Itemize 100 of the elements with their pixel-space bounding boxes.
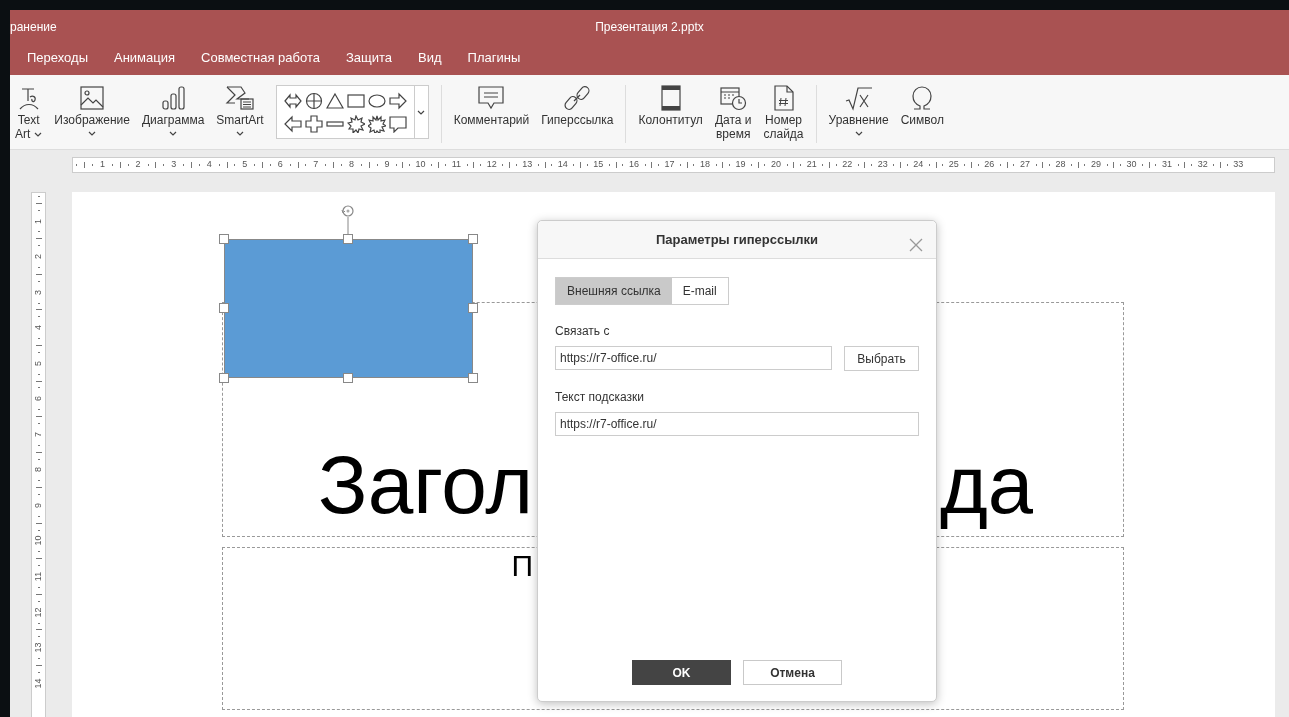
- resize-handle[interactable]: [219, 373, 229, 383]
- ruler-number: 13: [34, 642, 43, 653]
- toolbar-button[interactable]: Изображение: [54, 85, 130, 136]
- ruler-number: 27: [1019, 158, 1030, 172]
- ruler-number: 15: [593, 158, 604, 172]
- ruler-number: 13: [522, 158, 533, 172]
- toolbar-button[interactable]: Дата и время: [714, 85, 752, 141]
- toolbar-button[interactable]: SmartArt: [216, 85, 264, 136]
- rotation-handle[interactable]: [341, 204, 355, 234]
- slide-title: Загол: [318, 440, 533, 530]
- menu-tab[interactable]: Переходы: [14, 43, 101, 72]
- resize-handle[interactable]: [343, 234, 353, 244]
- ruler-number: 3: [171, 158, 177, 172]
- right-arrow-icon[interactable]: [388, 91, 407, 110]
- header-footer-icon: [659, 85, 682, 111]
- ruler-number: 31: [1162, 158, 1173, 172]
- slide-number-icon: [772, 85, 795, 111]
- ruler-number: 6: [34, 396, 43, 402]
- ruler-number: 24: [913, 158, 924, 172]
- link-icon: [564, 85, 591, 111]
- ruler-number: 10: [34, 536, 43, 546]
- dialog-title: Параметры гиперссылки: [655, 230, 819, 249]
- triangle-icon[interactable]: [325, 91, 344, 110]
- toolbar-button[interactable]: Колонтитул: [638, 85, 703, 127]
- ruler-number: 3: [34, 289, 43, 295]
- ruler-number: 8: [348, 158, 354, 172]
- ruler-number: 4: [34, 325, 43, 331]
- ruler-number: 11: [451, 158, 462, 172]
- ruler-number: 8: [34, 467, 43, 473]
- ruler-number: 19: [735, 158, 746, 172]
- ruler-number: 9: [34, 502, 43, 508]
- resize-handle[interactable]: [343, 373, 353, 383]
- ruler-number: 5: [242, 158, 248, 172]
- menu-tab[interactable]: Анимация: [101, 43, 188, 72]
- menu-tab[interactable]: Вид: [405, 43, 455, 72]
- ruler-number: 21: [806, 158, 817, 172]
- ruler-number: 2: [135, 158, 141, 172]
- ruler-number: 12: [486, 158, 497, 172]
- resize-handle[interactable]: [468, 234, 478, 244]
- ruler-number: 30: [1126, 158, 1137, 172]
- ruler-number: 16: [628, 158, 639, 172]
- input-field[interactable]: https://r7-office.ru/: [555, 412, 919, 436]
- toolbar-button[interactable]: Комментарий: [453, 85, 530, 127]
- close-icon: [909, 237, 923, 252]
- ruler-number: 9: [384, 158, 390, 172]
- plus-icon[interactable]: [304, 114, 323, 133]
- toolbar-button[interactable]: Гиперссылка: [541, 85, 614, 127]
- circle-cross-icon[interactable]: [304, 91, 323, 110]
- menu-tab[interactable]: Плагины: [454, 43, 534, 72]
- field-label: Связать с: [555, 323, 611, 340]
- resize-handle[interactable]: [219, 234, 229, 244]
- ellipse-icon[interactable]: [367, 91, 386, 110]
- calendar-clock-icon: [719, 85, 748, 111]
- ruler-number: 6: [277, 158, 283, 172]
- ruler-number: 14: [557, 158, 568, 172]
- square-root-icon: [843, 85, 874, 111]
- ruler-number: 23: [877, 158, 888, 172]
- input-field[interactable]: https://r7-office.ru/: [555, 346, 832, 370]
- speech-bubble-icon[interactable]: [388, 114, 407, 133]
- toolbar-button[interactable]: Символ: [900, 85, 944, 127]
- starburst-icon[interactable]: [367, 114, 386, 133]
- smartart-icon: [225, 85, 255, 111]
- image-icon: [79, 85, 106, 111]
- double-arrow-icon[interactable]: [283, 91, 302, 110]
- slide-title: да: [940, 440, 1034, 530]
- toolbar-button[interactable]: Диаграмма: [141, 85, 205, 136]
- ruler-number: 17: [664, 158, 675, 172]
- comment-icon: [477, 85, 506, 111]
- ruler-number: 14: [34, 678, 43, 689]
- starburst-icon[interactable]: [346, 114, 365, 133]
- ruler-number: 20: [771, 158, 782, 172]
- ruler-number: 33: [1233, 158, 1244, 172]
- cancel-button[interactable]: Отмена: [743, 660, 842, 685]
- toolbar-button[interactable]: Text Art: [15, 85, 43, 141]
- menu-tab[interactable]: Защита: [332, 43, 406, 72]
- resize-handle[interactable]: [219, 303, 229, 313]
- ruler-number: 29: [1091, 158, 1101, 172]
- ruler-number: 11: [34, 571, 43, 582]
- window-title: Презентация 2.pptx: [595, 20, 704, 34]
- bar-chart-icon: [159, 85, 188, 111]
- ruler-number: 25: [948, 158, 959, 172]
- ruler-number: 1: [100, 158, 106, 172]
- left-arrow-icon[interactable]: [283, 114, 302, 133]
- ruler-number: 32: [1197, 158, 1208, 172]
- ruler-number: 22: [842, 158, 853, 172]
- field-label: Текст подсказки: [555, 389, 645, 406]
- resize-handle[interactable]: [468, 373, 478, 383]
- toolbar-button[interactable]: Номер слайда: [763, 85, 804, 141]
- ruler-number: 26: [984, 158, 995, 172]
- link-type-tab[interactable]: Внешняя ссылка: [556, 278, 672, 304]
- select-button[interactable]: Выбрать: [844, 346, 919, 371]
- menu-tab[interactable]: Совместная работа: [188, 43, 333, 72]
- ruler-number: 7: [34, 431, 43, 437]
- toolbar-button[interactable]: Уравнение: [828, 85, 889, 136]
- ruler-number: 5: [34, 360, 43, 366]
- resize-handle[interactable]: [468, 303, 478, 313]
- ruler-number: 1: [34, 218, 43, 224]
- ok-button[interactable]: OK: [632, 660, 731, 685]
- ruler-number: 28: [1055, 158, 1066, 172]
- ruler-number: 7: [313, 158, 319, 172]
